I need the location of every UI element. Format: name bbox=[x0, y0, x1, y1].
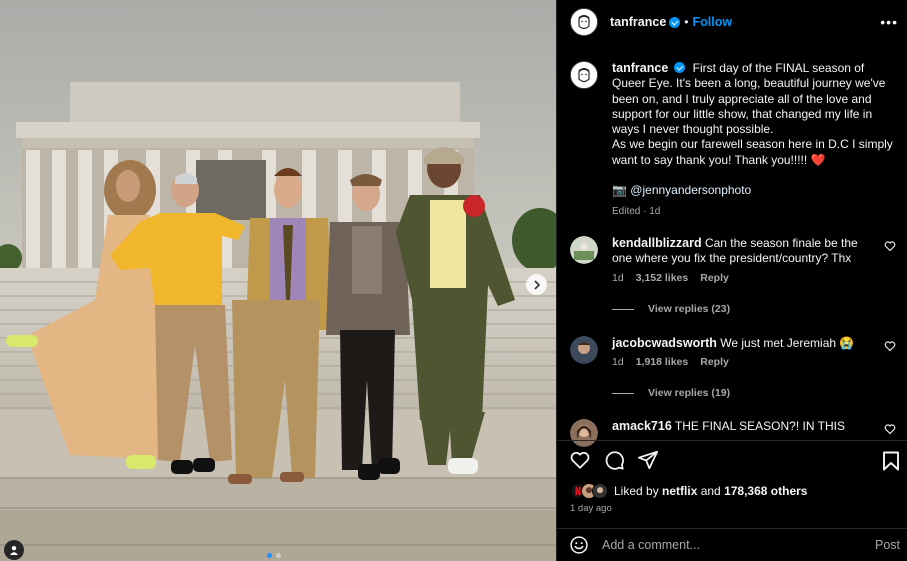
post-header: tanfrance • Follow ••• bbox=[557, 0, 907, 44]
comment-likes[interactable]: 1,918 likes bbox=[636, 356, 689, 368]
likes-summary[interactable]: Liked by netflix and 178,368 others bbox=[570, 483, 807, 499]
liker-avatar bbox=[592, 483, 608, 499]
like-heart-icon[interactable] bbox=[569, 449, 591, 471]
carousel-indicator bbox=[267, 553, 281, 558]
view-replies-label: View replies (23) bbox=[648, 303, 731, 315]
chevron-right-icon bbox=[533, 279, 540, 290]
heart-icon[interactable] bbox=[884, 423, 896, 435]
post-details-panel: tanfrance • Follow ••• tanfrance First d… bbox=[556, 0, 907, 561]
carousel-dot bbox=[276, 553, 281, 558]
caption-line: As we begin our farewell season here in … bbox=[612, 137, 893, 167]
post-comment-button[interactable]: Post bbox=[875, 538, 900, 552]
comment-username[interactable]: kendallblizzard bbox=[612, 236, 702, 250]
bookmark-icon[interactable] bbox=[882, 451, 900, 471]
caption: tanfrance First day of the FINAL season … bbox=[570, 61, 898, 220]
add-comment-bar: Post bbox=[557, 528, 907, 561]
carousel-dot bbox=[267, 553, 272, 558]
caption-avatar-image bbox=[571, 62, 597, 88]
comment-likes[interactable]: 3,152 likes bbox=[636, 272, 689, 284]
post-timestamp: 1 day ago bbox=[570, 503, 612, 514]
comment-body: We just met Jeremiah 😭 bbox=[720, 336, 855, 350]
comment-input[interactable] bbox=[602, 538, 852, 552]
next-slide-button[interactable] bbox=[526, 274, 547, 295]
liked-by-middle: and bbox=[697, 484, 725, 498]
photo-credit-link[interactable]: @jennyandersonphoto bbox=[630, 183, 751, 197]
comment-age: 1d bbox=[612, 271, 624, 284]
liked-by-user[interactable]: netflix bbox=[662, 484, 697, 498]
comment: jacobcwadsworth We just met Jeremiah 😭 1… bbox=[570, 336, 898, 368]
author-avatar-image bbox=[571, 9, 597, 35]
comment-username[interactable]: jacobcwadsworth bbox=[612, 336, 717, 350]
commenter-avatar[interactable] bbox=[570, 336, 598, 364]
more-options-icon[interactable]: ••• bbox=[880, 14, 898, 30]
edited-timestamp: Edited · 1d bbox=[612, 206, 661, 218]
verified-badge-icon bbox=[669, 16, 681, 28]
emoji-icon[interactable] bbox=[569, 535, 589, 555]
user-icon bbox=[10, 546, 18, 555]
post-image bbox=[0, 0, 556, 561]
caption-username[interactable]: tanfrance bbox=[612, 61, 668, 75]
comment-text: kendallblizzard Can the season finale be… bbox=[612, 236, 876, 267]
comment-icon[interactable] bbox=[603, 449, 625, 471]
liked-by-prefix: Liked by bbox=[614, 484, 663, 498]
post-actions bbox=[557, 440, 907, 478]
tagged-users-button[interactable] bbox=[4, 540, 24, 560]
view-replies-label: View replies (19) bbox=[648, 387, 731, 399]
view-replies-button[interactable]: View replies (19) bbox=[612, 387, 730, 399]
liked-by-others[interactable]: 178,368 others bbox=[724, 484, 807, 498]
caption-avatar[interactable] bbox=[570, 61, 598, 89]
replies-divider bbox=[612, 392, 634, 394]
comment-meta: 1d 3,152 likes Reply bbox=[612, 272, 876, 284]
post-photo[interactable] bbox=[0, 0, 556, 561]
comment-body: THE FINAL SEASON?! IN THIS bbox=[674, 419, 845, 433]
replies-divider bbox=[612, 308, 634, 310]
camera-icon: 📷 bbox=[612, 183, 627, 198]
liker-avatars bbox=[570, 483, 608, 499]
comment-text: jacobcwadsworth We just met Jeremiah 😭 bbox=[612, 336, 876, 351]
header-separator: • bbox=[684, 15, 689, 29]
reply-button[interactable]: Reply bbox=[700, 356, 729, 368]
verified-badge-icon bbox=[674, 62, 686, 73]
comment-text: amack716 THE FINAL SEASON?! IN THIS bbox=[612, 419, 876, 434]
author-avatar[interactable] bbox=[570, 8, 598, 36]
author-username[interactable]: tanfrance bbox=[610, 15, 666, 29]
comment-age: 1d bbox=[612, 356, 624, 369]
follow-button[interactable]: Follow bbox=[692, 15, 732, 29]
commenter-avatar[interactable] bbox=[570, 236, 598, 264]
comment-username[interactable]: amack716 bbox=[612, 419, 672, 433]
heart-icon[interactable] bbox=[884, 240, 896, 252]
share-icon[interactable] bbox=[637, 449, 659, 471]
comment-meta: 1d 1,918 likes Reply bbox=[612, 356, 876, 368]
caption-text: tanfrance First day of the FINAL season … bbox=[612, 61, 894, 220]
comment: kendallblizzard Can the season finale be… bbox=[570, 236, 898, 284]
heart-icon[interactable] bbox=[884, 340, 896, 352]
reply-button[interactable]: Reply bbox=[700, 272, 729, 284]
view-replies-button[interactable]: View replies (23) bbox=[612, 303, 730, 315]
photo-credit: 📷 @jennyandersonphoto bbox=[612, 183, 894, 198]
